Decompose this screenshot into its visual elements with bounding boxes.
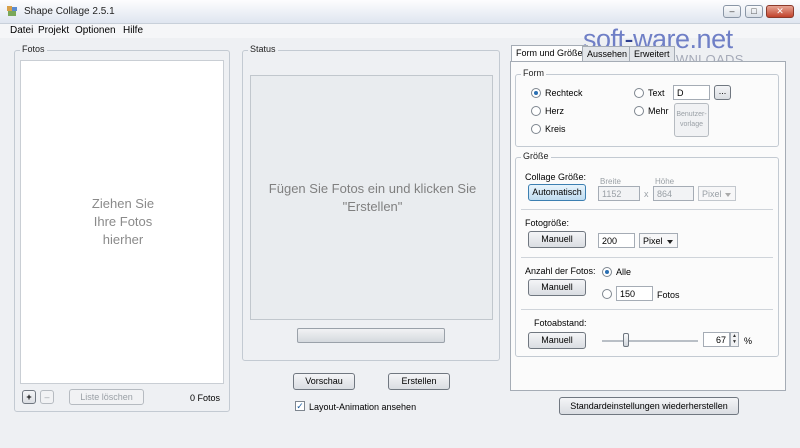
count-all-radio[interactable] — [602, 267, 612, 277]
fotos-drop-area[interactable]: Ziehen Sie Ihre Fotos hierher — [20, 60, 224, 384]
status-hint: Fügen Sie Fotos ein und klicken Sie "Ers… — [268, 181, 477, 214]
spacing-label: Fotoabstand: — [534, 318, 587, 328]
size-title: Größe — [521, 151, 551, 161]
clear-list-button[interactable]: Liste löschen — [69, 389, 144, 405]
window-title: Shape Collage 2.5.1 — [24, 6, 115, 17]
reset-defaults-button[interactable]: Standardeinstellungen wiederherstellen — [559, 397, 739, 415]
shape-kreis-label: Kreis — [545, 124, 566, 134]
shape-mehr-label: Mehr — [648, 106, 669, 116]
app-icon — [7, 6, 17, 16]
times-label: x — [644, 189, 649, 199]
shape-text-label: Text — [648, 88, 665, 98]
photo-count-input[interactable]: 150 — [616, 286, 653, 301]
count-all-label: Alle — [616, 267, 632, 277]
minimize-button[interactable]: – — [723, 5, 741, 18]
form-title: Form — [521, 68, 546, 78]
separator — [521, 209, 773, 210]
tab-aussehen[interactable]: Aussehen — [582, 46, 633, 62]
collage-unit-select[interactable]: Pixel — [698, 186, 736, 201]
shape-rechteck-radio[interactable] — [531, 88, 541, 98]
layout-animation-checkbox[interactable]: ✓ — [295, 401, 305, 411]
photo-size-manual-button[interactable]: Manuell — [528, 231, 586, 248]
menu-datei[interactable]: Datei — [10, 25, 33, 36]
separator — [521, 309, 773, 310]
remove-photo-button[interactable]: – — [40, 390, 54, 404]
spacing-slider-track[interactable] — [602, 340, 698, 342]
status-title: Status — [248, 44, 278, 54]
fotos-title: Fotos — [20, 44, 47, 54]
count-custom-radio[interactable] — [602, 289, 612, 299]
close-button[interactable]: ✕ — [766, 5, 794, 18]
maximize-button[interactable]: □ — [745, 5, 763, 18]
photo-size-input[interactable]: 200 — [598, 233, 635, 248]
title-bar: Shape Collage 2.5.1 – □ ✕ — [0, 0, 800, 24]
shape-mehr-radio[interactable] — [634, 106, 644, 116]
menu-optionen[interactable]: Optionen — [75, 25, 116, 36]
menu-hilfe[interactable]: Hilfe — [123, 25, 143, 36]
create-button[interactable]: Erstellen — [388, 373, 450, 390]
shape-rechteck-label: Rechteck — [545, 88, 583, 98]
menu-projekt[interactable]: Projekt — [38, 25, 69, 36]
height-label: Höhe — [655, 177, 675, 186]
shape-herz-radio[interactable] — [531, 106, 541, 116]
preview-button[interactable]: Vorschau — [293, 373, 355, 390]
collage-height-input[interactable]: 864 — [653, 186, 694, 201]
status-preview-area: Fügen Sie Fotos ein und klicken Sie "Ers… — [250, 75, 493, 320]
shape-text-input[interactable]: D — [673, 85, 710, 100]
photo-count-label: Anzahl der Fotos: — [525, 266, 596, 276]
shape-kreis-radio[interactable] — [531, 124, 541, 134]
collage-width-input[interactable]: 1152 — [598, 186, 640, 201]
photo-count-manual-button[interactable]: Manuell — [528, 279, 586, 296]
photo-unit-select[interactable]: Pixel — [639, 233, 678, 248]
spacing-input[interactable]: 67 — [703, 332, 730, 347]
spin-down-icon[interactable]: ▼ — [731, 339, 738, 345]
fotos-hint: Ziehen Sie Ihre Fotos hierher — [91, 196, 155, 247]
spacing-spinner[interactable]: ▲ ▼ — [730, 332, 739, 347]
add-photo-button[interactable]: + — [22, 390, 36, 404]
chevron-down-icon — [667, 240, 673, 244]
layout-animation-label: Layout-Animation ansehen — [309, 402, 417, 412]
shape-text-radio[interactable] — [634, 88, 644, 98]
collage-size-label: Collage Größe: — [525, 172, 587, 182]
shape-herz-label: Herz — [545, 106, 565, 116]
photo-count: 0 Fotos — [190, 393, 221, 403]
tab-erweitert[interactable]: Erweitert — [629, 46, 675, 62]
percent-label: % — [744, 336, 753, 346]
spacing-slider-thumb[interactable] — [623, 333, 629, 347]
separator — [521, 257, 773, 258]
progress-bar — [297, 328, 445, 343]
collage-size-auto-button[interactable]: Automatisch — [528, 184, 586, 201]
photo-count-suffix: Fotos — [657, 290, 680, 300]
font-browse-button[interactable]: ... — [714, 85, 731, 100]
photo-size-label: Fotogröße: — [525, 218, 570, 228]
custom-template-button[interactable]: Benutzer- vorlage — [674, 103, 709, 137]
spacing-manual-button[interactable]: Manuell — [528, 332, 586, 349]
chevron-down-icon — [725, 193, 731, 197]
width-label: Breite — [600, 177, 621, 186]
